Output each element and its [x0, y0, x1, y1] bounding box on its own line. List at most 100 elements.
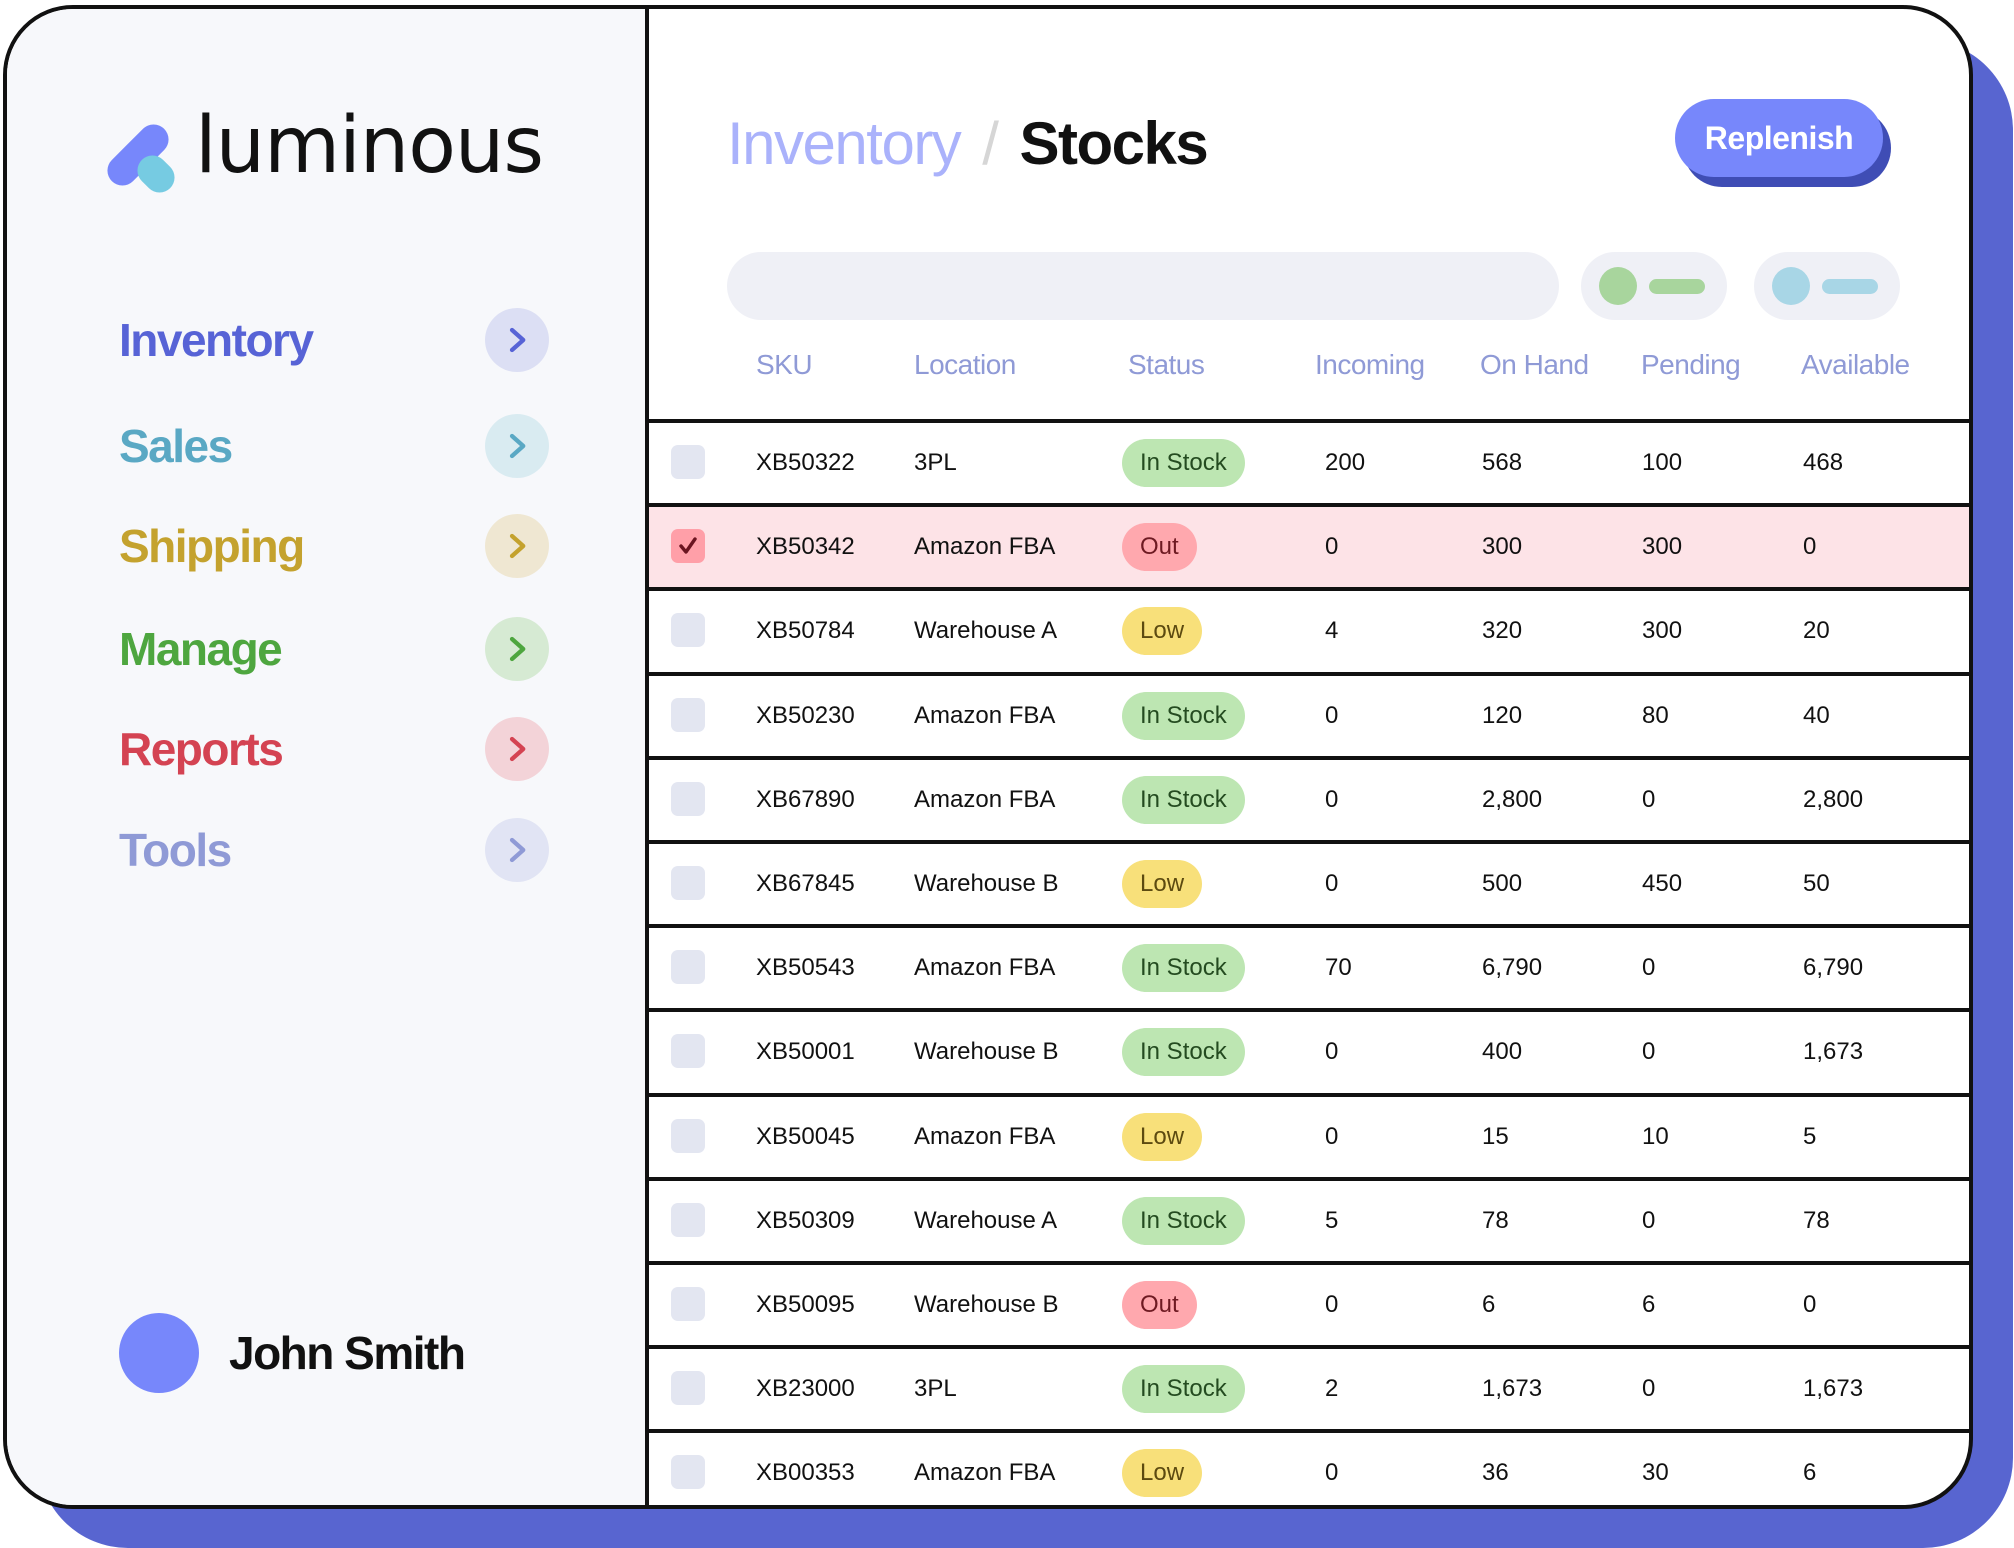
cell-sku: XB67890 — [756, 785, 855, 813]
row-checkbox[interactable] — [671, 950, 705, 985]
row-checkbox[interactable] — [671, 1034, 705, 1069]
cell-incoming: 5 — [1325, 1206, 1339, 1234]
cell-sku: XB50543 — [756, 954, 855, 982]
status-badge: In Stock — [1122, 1028, 1245, 1077]
row-checkbox[interactable] — [671, 529, 705, 564]
column-header-sku[interactable]: SKU — [756, 349, 813, 381]
table-row[interactable]: XB50045 Amazon FBA Low 0 15 10 5 — [649, 1092, 1969, 1177]
status-badge: In Stock — [1122, 439, 1245, 487]
cell-on-hand: 120 — [1482, 701, 1523, 729]
luminous-logo-icon — [101, 102, 181, 199]
column-header-pending[interactable]: Pending — [1641, 349, 1741, 381]
column-header-available[interactable]: Available — [1801, 349, 1910, 381]
sidebar-item-label: Reports — [119, 723, 284, 775]
status-badge: Low — [1122, 1112, 1203, 1161]
cell-available: 2,800 — [1803, 785, 1864, 813]
cell-sku: XB50045 — [756, 1122, 855, 1150]
cell-pending: 0 — [1642, 785, 1656, 813]
row-checkbox[interactable] — [671, 866, 705, 900]
cell-on-hand: 6,790 — [1482, 954, 1543, 982]
cell-on-hand: 78 — [1482, 1206, 1509, 1234]
filter-toggle-blue[interactable] — [1754, 252, 1900, 320]
replenish-button[interactable]: Replenish — [1675, 99, 1883, 177]
cell-location: Warehouse B — [914, 1038, 1059, 1066]
cell-status: Out — [1122, 1265, 1197, 1345]
cell-location: Warehouse B — [914, 1291, 1059, 1318]
row-checkbox[interactable] — [671, 613, 705, 648]
brand-logo[interactable]: luminous — [101, 101, 544, 199]
chevron-right-icon[interactable] — [485, 818, 549, 882]
cell-pending: 0 — [1642, 1375, 1656, 1403]
row-checkbox[interactable] — [671, 1455, 705, 1490]
cell-status: In Stock — [1122, 1349, 1245, 1429]
column-header-incoming[interactable]: Incoming — [1315, 349, 1425, 381]
cell-on-hand: 15 — [1482, 1122, 1509, 1150]
table-row[interactable]: XB50001 Warehouse B In Stock 0 400 0 1,673 — [649, 1008, 1969, 1092]
sidebar-item-tools[interactable]: Tools — [119, 815, 549, 885]
cell-on-hand: 500 — [1482, 870, 1523, 897]
row-checkbox[interactable] — [671, 781, 705, 816]
chevron-right-icon[interactable] — [485, 717, 549, 781]
column-header-status[interactable]: Status — [1128, 349, 1205, 381]
sidebar-item-reports[interactable]: Reports — [119, 714, 549, 784]
toggle-dot-icon — [1772, 267, 1810, 305]
cell-sku: XB50322 — [756, 449, 855, 476]
cell-available: 6 — [1803, 1459, 1817, 1487]
chevron-right-icon[interactable] — [485, 514, 549, 578]
table-row[interactable]: XB67890 Amazon FBA In Stock 0 2,800 0 2,800 — [649, 755, 1969, 840]
cell-location: 3PL — [914, 449, 957, 476]
sidebar-item-manage[interactable]: Manage — [119, 614, 549, 684]
breadcrumb-parent[interactable]: Inventory — [727, 109, 962, 178]
sidebar-item-label: Shipping — [119, 520, 305, 572]
table-row[interactable]: XB50309 Warehouse A In Stock 5 78 0 78 — [649, 1176, 1969, 1261]
table-row[interactable]: XB50322 3PL In Stock 200 568 100 468 — [649, 419, 1969, 503]
search-input[interactable] — [727, 252, 1559, 320]
chevron-right-icon[interactable] — [485, 308, 549, 372]
page-title: Stocks — [1019, 110, 1208, 177]
column-header-on-hand[interactable]: On Hand — [1480, 349, 1589, 381]
table-row[interactable]: XB23000 3PL In Stock 2 1,673 0 1,673 — [649, 1345, 1969, 1429]
sidebar-item-sales[interactable]: Sales — [119, 411, 549, 481]
table-row[interactable]: XB50230 Amazon FBA In Stock 0 120 80 40 — [649, 671, 1969, 756]
sidebar: luminous Inventory Sales Shipping Manage Rep… — [7, 9, 649, 1505]
cell-incoming: 0 — [1325, 1122, 1339, 1150]
cell-status: Out — [1122, 507, 1197, 587]
cell-sku: XB23000 — [756, 1375, 855, 1403]
cell-incoming: 0 — [1325, 533, 1339, 561]
cell-on-hand: 320 — [1482, 617, 1523, 645]
toggle-bar-icon — [1649, 278, 1705, 294]
row-checkbox[interactable] — [671, 1118, 705, 1153]
cell-available: 78 — [1803, 1206, 1830, 1234]
cell-location: Warehouse A — [914, 617, 1058, 645]
row-checkbox[interactable] — [671, 697, 705, 732]
column-header-location[interactable]: Location — [914, 349, 1016, 381]
table-row[interactable]: XB50784 Warehouse A Low 4 320 300 20 — [649, 587, 1969, 671]
cell-available: 468 — [1803, 449, 1844, 476]
brand-name: luminous — [195, 101, 544, 191]
table-row[interactable]: XB67845 Warehouse B Low 0 500 450 50 — [649, 840, 1969, 924]
row-checkbox[interactable] — [671, 1202, 705, 1237]
table-row[interactable]: XB50095 Warehouse B Out 0 6 6 0 — [649, 1261, 1969, 1345]
table-row[interactable]: XB00353 Amazon FBA Low 0 36 30 6 — [649, 1429, 1969, 1505]
cell-pending: 300 — [1642, 533, 1683, 561]
avatar[interactable] — [119, 1313, 199, 1393]
table-row[interactable]: XB50543 Amazon FBA In Stock 70 6,790 0 6,790 — [649, 924, 1969, 1008]
filter-toggle-green[interactable] — [1581, 252, 1727, 320]
chevron-right-icon[interactable] — [485, 617, 549, 681]
cell-sku: XB50342 — [756, 533, 855, 561]
cell-status: Low — [1122, 1433, 1203, 1505]
sidebar-item-inventory[interactable]: Inventory — [119, 305, 549, 375]
cell-incoming: 4 — [1325, 617, 1339, 645]
chevron-right-icon[interactable] — [485, 414, 549, 478]
sidebar-item-shipping[interactable]: Shipping — [119, 511, 549, 581]
cell-pending: 6 — [1642, 1291, 1656, 1318]
user-profile[interactable]: John Smith — [119, 1313, 466, 1393]
cell-incoming: 0 — [1325, 785, 1339, 813]
row-checkbox[interactable] — [671, 1287, 705, 1321]
sidebar-item-label: Inventory — [119, 314, 314, 366]
table-row[interactable]: XB50342 Amazon FBA Out 0 300 300 0 — [649, 503, 1969, 588]
status-badge: In Stock — [1122, 775, 1245, 824]
row-checkbox[interactable] — [671, 1371, 705, 1406]
cell-location: 3PL — [914, 1375, 957, 1403]
row-checkbox[interactable] — [671, 445, 705, 479]
